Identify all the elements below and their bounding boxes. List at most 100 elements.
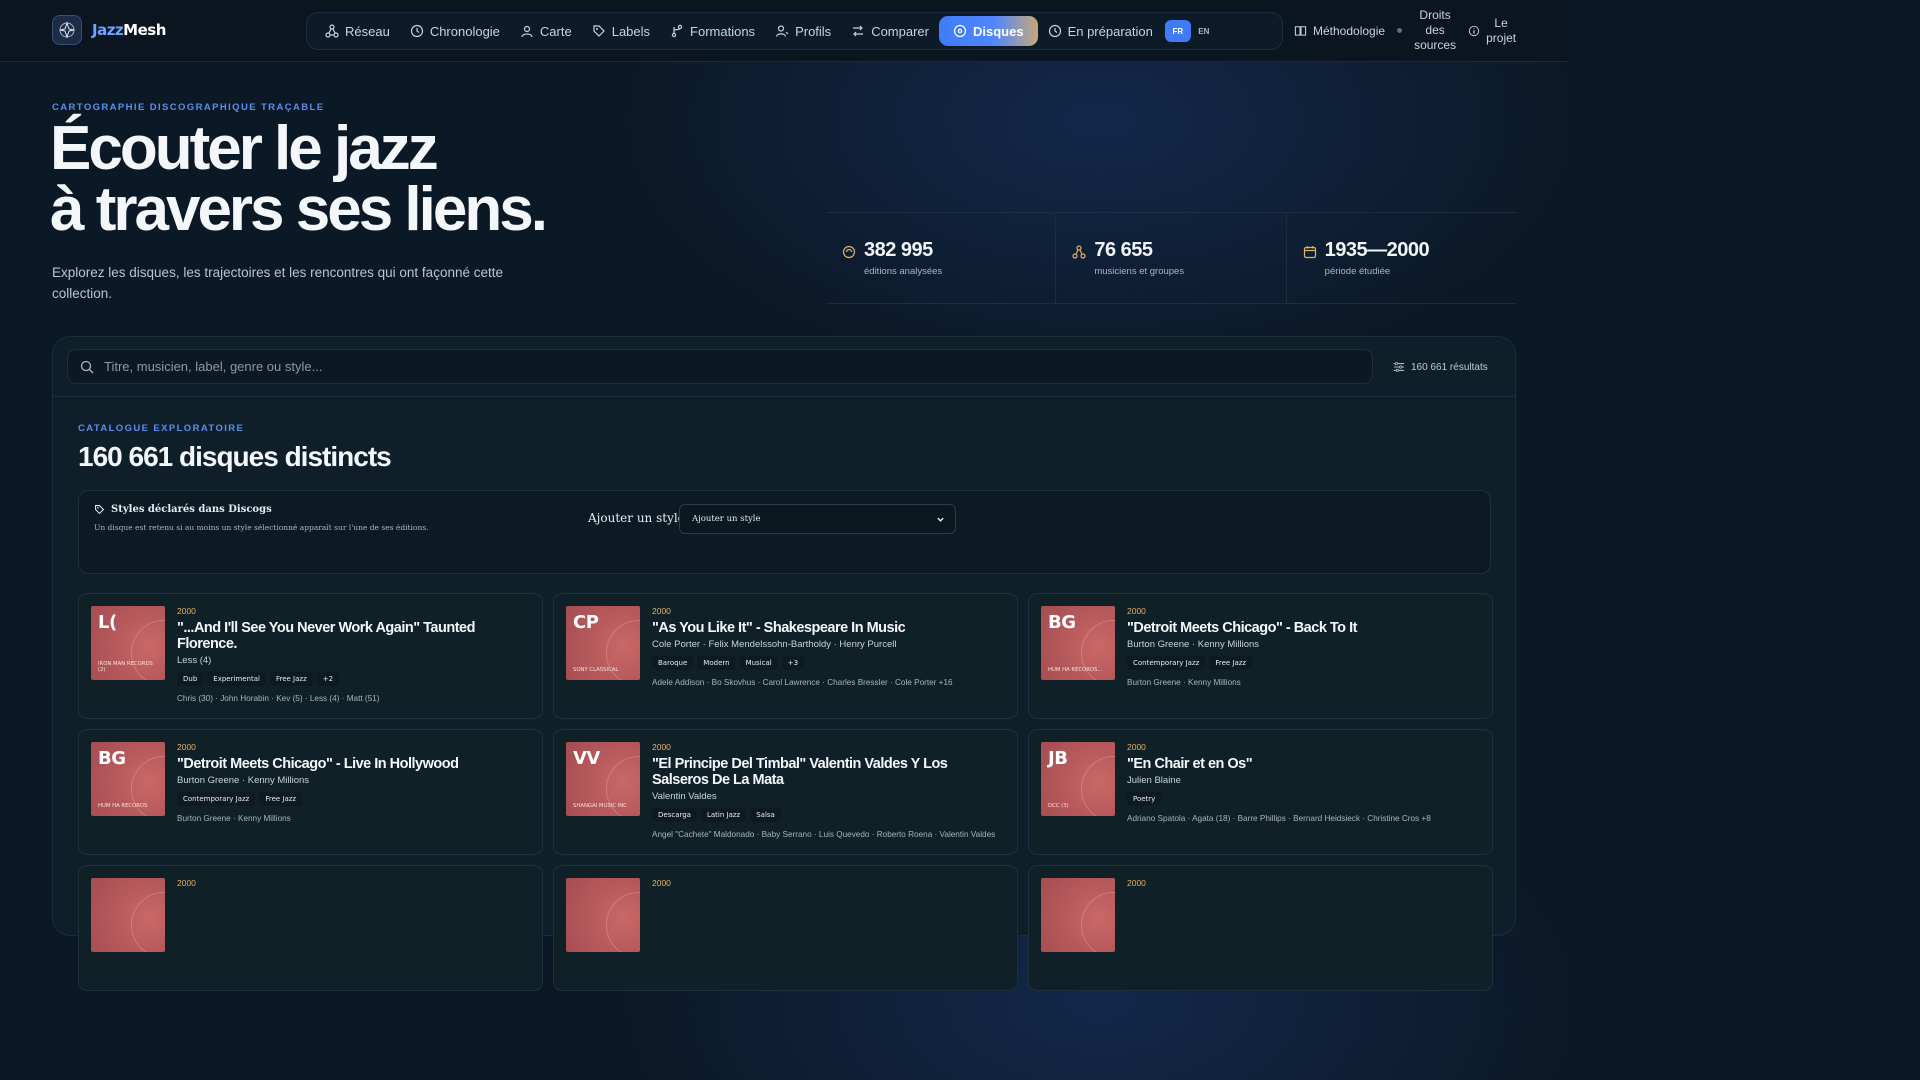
nav-label: Profils <box>795 23 832 39</box>
nav-label: En préparation <box>1067 23 1153 39</box>
sliders-icon <box>1393 361 1405 373</box>
album-year: 2000 <box>1127 878 1146 888</box>
nav-methodologie[interactable]: Méthodologie <box>1294 24 1385 38</box>
nav-le-projet[interactable]: Le projet <box>1468 16 1516 46</box>
results-count: 160 661 résultats <box>1393 361 1488 373</box>
brand-name: JazzMesh <box>92 21 166 39</box>
disc-icon <box>953 24 967 38</box>
stat-label: musiciens et groupes <box>1094 266 1185 277</box>
search-input[interactable] <box>104 359 1304 374</box>
style-tag: Free Jazz <box>1209 656 1253 670</box>
nav-chronologie[interactable]: Chronologie <box>400 16 510 46</box>
album-musicians: Angel "Cachete" Maldonado · Baby Serrano… <box>652 830 996 839</box>
album-title: "El Principe Del Timbal" Valentin Valdes… <box>652 756 948 788</box>
style-tag: +3 <box>781 656 805 670</box>
style-tag: Free Jazz <box>259 792 303 806</box>
clock-icon <box>410 24 423 38</box>
album-year: 2000 <box>177 742 196 752</box>
nav-reseau[interactable]: Réseau <box>315 16 400 46</box>
filter-label: Ajouter un style <box>588 511 685 525</box>
nav-label: Réseau <box>345 23 390 39</box>
network-icon <box>1072 245 1086 259</box>
divider <box>53 396 1515 397</box>
style-tags: Baroque Modern Musical +3 <box>652 656 1005 670</box>
lang-en-button[interactable]: EN <box>1191 20 1217 42</box>
style-tag: Contemporary Jazz <box>1127 656 1206 670</box>
album-year: 2000 <box>652 878 671 888</box>
calendar-icon <box>1303 246 1316 259</box>
album-card[interactable]: BG HUM HA RECORDS 2000 "Detroit Meets Chi… <box>78 729 543 855</box>
style-tag: Musical <box>739 656 778 670</box>
catalog-panel: 160 661 résultats CATALOGUE EXPLORATOIRE… <box>52 336 1516 991</box>
album-cover: CP SONY CLASSICAL <box>566 606 640 680</box>
results-text: 160 661 résultats <box>1411 361 1488 373</box>
style-tag: Experimental <box>207 672 266 686</box>
top-bar: JazzMesh Réseau Chronologie Carte Labels… <box>0 0 1568 62</box>
lang-fr-button[interactable]: FR <box>1164 20 1191 42</box>
album-title: "Detroit Meets Chicago" - Back To It <box>1127 620 1357 636</box>
album-musicians: Burton Greene · Kenny Millions <box>177 814 291 823</box>
style-tag: Free Jazz <box>269 672 313 686</box>
style-tag: Contemporary Jazz <box>177 792 256 806</box>
nav-profils[interactable]: Profils <box>765 16 841 46</box>
album-artist: Less (4) <box>177 655 212 666</box>
select-value: Ajouter un style <box>692 514 761 524</box>
nav-disques[interactable]: Disques <box>938 16 1038 46</box>
separator-dot <box>1397 28 1403 33</box>
branch-icon <box>671 24 683 38</box>
catalog-eyebrow: CATALOGUE EXPLORATOIRE <box>78 423 245 434</box>
stat-value: 1935—2000 <box>1324 239 1430 261</box>
album-card[interactable]: CP SONY CLASSICAL 2000 "As You Like It" -… <box>553 593 1018 719</box>
nav-label: Comparer <box>871 23 929 39</box>
nav-label: projet <box>1486 30 1517 45</box>
map-pin-icon <box>521 25 533 38</box>
album-year: 2000 <box>177 606 196 616</box>
style-select[interactable]: Ajouter un style <box>679 504 956 534</box>
album-year: 2000 <box>1127 742 1146 752</box>
album-card[interactable]: 2000 <box>78 865 543 991</box>
album-card[interactable]: 2000 <box>1028 865 1493 991</box>
album-card[interactable]: 2000 <box>553 865 1018 991</box>
nav-label: des <box>1425 23 1445 37</box>
stat-value: 76 655 <box>1094 239 1153 261</box>
album-artist: Julien Blaine <box>1127 775 1181 786</box>
style-tag: Salsa <box>750 808 781 822</box>
nav-en-preparation[interactable]: En préparation <box>1038 16 1163 46</box>
album-cover: BG HUM HA RECORDS <box>91 742 165 816</box>
nav-formations[interactable]: Formations <box>660 16 765 46</box>
filter-description: Un disque est retenu si au moins un styl… <box>94 523 429 532</box>
album-cover: JB DCC (3) <box>1041 742 1115 816</box>
album-grid: L(IRON MAN RECORDS (2) 2000 "...And I'll… <box>78 593 1493 991</box>
album-card[interactable]: L(IRON MAN RECORDS (2) 2000 "...And I'll… <box>78 593 543 719</box>
filter-heading: Styles déclarés dans Discogs <box>94 504 272 515</box>
stat-period: 1935—2000 période étudiée <box>1285 213 1516 303</box>
nav-comparer[interactable]: Comparer <box>841 16 939 46</box>
album-artist: Burton Greene · Kenny Millions <box>1127 639 1260 650</box>
nav-label: Carte <box>539 23 572 39</box>
stat-musicians: 76 655 musiciens et groupes <box>1055 213 1285 303</box>
logo[interactable]: JazzMesh <box>52 15 166 45</box>
nav-droits-des-sources[interactable]: Droits des sources <box>1414 8 1456 53</box>
album-year: 2000 <box>652 742 671 752</box>
logo-mark-icon <box>52 15 82 45</box>
album-cover <box>91 878 165 952</box>
hero-subtitle: Explorez les disques, les trajectoires e… <box>52 265 503 301</box>
secondary-nav: Méthodologie Droits des sources Le proje… <box>1294 8 1516 53</box>
stat-label: période étudiée <box>1324 266 1391 277</box>
tag-icon <box>95 505 105 515</box>
hero-eyebrow: CARTOGRAPHIE DISCOGRAPHIQUE TRAÇABLE <box>52 102 325 113</box>
style-tags: Contemporary Jazz Free Jazz <box>1127 656 1480 670</box>
nav-labels[interactable]: Labels <box>582 16 660 46</box>
album-cover: L(IRON MAN RECORDS (2) <box>91 606 165 680</box>
album-cover: VV SHANGAI MUSIC INC <box>566 742 640 816</box>
album-card[interactable]: JB DCC (3) 2000 "En Chair et en Os" Julie… <box>1028 729 1493 855</box>
album-year: 2000 <box>177 878 196 888</box>
album-card[interactable]: VV SHANGAI MUSIC INC 2000 "El Principe De… <box>553 729 1018 855</box>
book-icon <box>1294 26 1307 36</box>
album-artist: Burton Greene · Kenny Millions <box>177 775 310 786</box>
album-card[interactable]: BG HUM HA RECORDS... 2000 "Detroit Meets … <box>1028 593 1493 719</box>
search-bar[interactable] <box>67 349 1373 384</box>
nav-carte[interactable]: Carte <box>510 16 582 46</box>
stat-label: éditions analysées <box>864 266 943 277</box>
style-tags: Contemporary Jazz Free Jazz <box>177 792 530 806</box>
